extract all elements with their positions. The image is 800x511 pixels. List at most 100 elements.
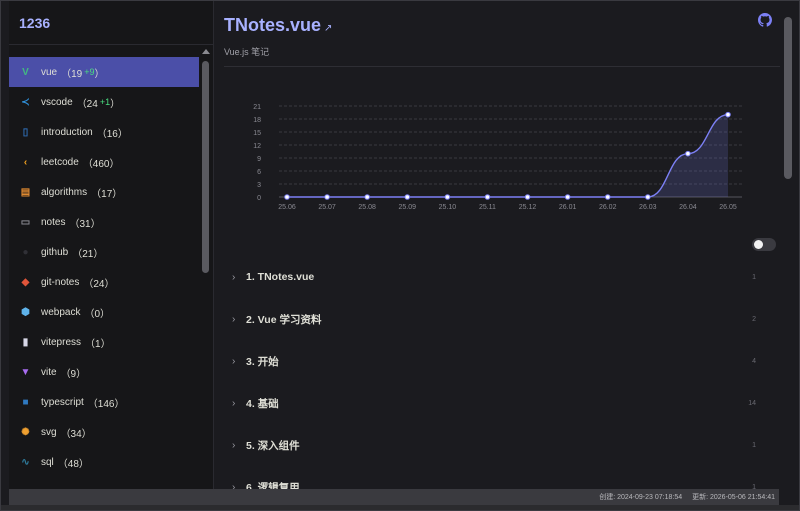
sidebar-item-label: introduction (41, 126, 93, 138)
y-tick-label: 21 (253, 104, 261, 111)
page-subtitle: Vue.js 笔记 (224, 47, 270, 57)
x-tick-label: 26.03 (639, 204, 657, 211)
x-tick-label: 26.05 (719, 204, 737, 211)
sidebar-item-svg[interactable]: ✺ svg （34） (9, 417, 199, 447)
data-point (685, 150, 691, 157)
sidebar-item-new-count: +9 (84, 67, 95, 77)
chart-toggle-switch[interactable] (752, 238, 776, 251)
sidebar-item-vite[interactable]: ▼ vite （9） (9, 357, 199, 387)
x-tick-label: 26.04 (679, 204, 697, 211)
section-title: 2. Vue 学习资料 (246, 313, 322, 326)
sidebar-item-git-notes[interactable]: ◆ git-notes （24） (9, 267, 199, 297)
sidebar-item-vitepress[interactable]: ▮ vitepress （1） (9, 327, 199, 357)
data-point (604, 194, 611, 200)
chevron-right-icon: › (232, 271, 236, 283)
section-item[interactable]: › 6. 逻辑复用 1 (232, 466, 762, 490)
main-content: TNotes.vue ↗ Vue.js 笔记 0 3 6 9 12 15 18 21 25.06… (214, 1, 780, 489)
sidebar-item-vue[interactable]: Vvue （19 +9） (9, 57, 199, 87)
chevron-right-icon: › (232, 355, 236, 367)
data-point (725, 111, 731, 118)
scroll-up-arrow-icon[interactable] (202, 49, 210, 54)
x-tick-label: 25.10 (439, 204, 457, 211)
section-count: 14 (748, 399, 756, 407)
github-icon[interactable] (758, 13, 772, 27)
sidebar-item-label: vite (41, 366, 57, 378)
webpack-icon: ⬢ (21, 306, 30, 318)
sidebar-item-count: （0） (84, 308, 111, 320)
section-item[interactable]: › 4. 基础 14 (232, 382, 762, 424)
x-tick-label: 25.12 (519, 204, 537, 211)
x-tick-label: 25.07 (318, 204, 336, 211)
vite-icon: ▼ (20, 366, 31, 378)
page-title[interactable]: TNotes.vue (224, 15, 321, 36)
notes-trend-chart: 0 3 6 9 12 15 18 21 25.06 25.07 25.08 25.09 25.10 25.… (253, 104, 742, 211)
section-item[interactable]: › 1. TNotes.vue 1 (232, 256, 762, 298)
y-tick-label: 0 (257, 195, 261, 202)
sidebar-item-webpack[interactable]: ⬢ webpack （0） (9, 297, 199, 327)
sidebar-item-count: （31） (69, 218, 101, 230)
main-scrollbar[interactable] (780, 1, 799, 489)
data-point (404, 194, 411, 200)
sidebar-header: 1236 (9, 1, 213, 45)
y-tick-label: 3 (257, 182, 261, 189)
window-bottom-edge (1, 505, 799, 510)
sidebar-item-count: （19 (61, 68, 83, 80)
sidebar-item-label: notes (41, 216, 66, 228)
y-tick-label: 6 (257, 169, 261, 176)
sidebar-item-leetcode[interactable]: ‹ leetcode （460） (9, 147, 199, 177)
sidebar-item-algorithms[interactable]: ▤ algorithms （17） (9, 177, 199, 207)
section-count: 2 (752, 315, 756, 323)
sidebar-item-label: git-notes (41, 276, 80, 288)
leetcode-icon: ‹ (23, 156, 28, 168)
data-point (524, 194, 531, 200)
data-point (444, 194, 451, 200)
vitepress-icon: ▮ (22, 336, 29, 348)
x-tick-label: 25.09 (399, 204, 417, 211)
sidebar-item-count: （146） (87, 398, 125, 410)
sidebar-item-label: webpack (41, 306, 81, 318)
sidebar-item-notes[interactable]: ▭ notes （31） (9, 207, 199, 237)
data-point (324, 194, 330, 200)
sidebar-item-label: algorithms (41, 186, 88, 198)
sidebar-item-new-count: +1 (99, 97, 111, 107)
data-point (645, 194, 651, 200)
sidebar-item-sql[interactable]: ∿ sql （48） (9, 447, 199, 477)
sidebar-item-label: svg (41, 426, 57, 438)
data-point (564, 194, 571, 200)
main-scrollbar-thumb[interactable] (784, 17, 792, 179)
x-tick-label: 26.01 (559, 204, 577, 211)
external-link-icon[interactable]: ↗ (324, 23, 332, 34)
section-count: 1 (752, 273, 756, 281)
git-icon: ◆ (21, 276, 30, 288)
sidebar-item-typescript[interactable]: ■ typescript （146） (9, 387, 199, 417)
series-area (287, 114, 728, 197)
section-item[interactable]: › 2. Vue 学习资料 2 (232, 298, 762, 340)
series-line (287, 113, 729, 198)
sidebar-scrollbar[interactable] (199, 45, 213, 489)
chevron-right-icon: › (232, 313, 236, 325)
sidebar-item-label: vue (41, 66, 58, 78)
section-count: 1 (752, 441, 756, 449)
sidebar-item-label: github (41, 246, 69, 258)
sidebar-scrollbar-thumb[interactable] (202, 61, 209, 273)
sidebar-list: Vvue （19 +9） ≺ vscode （24 +1） ▯ introduction （16）… (9, 57, 199, 477)
x-tick-label: 25.11 (479, 204, 496, 211)
toggle-knob (754, 240, 763, 249)
sidebar-item-label: leetcode (41, 156, 79, 168)
algorithms-icon: ▤ (20, 186, 31, 198)
github-icon: ● (22, 246, 29, 258)
sidebar-item-vscode[interactable]: ≺ vscode （24 +1） (9, 87, 199, 117)
footer-bar: 创建: 2024-09-23 07:18:54 更新: 2026-05-06 2… (9, 489, 779, 505)
sidebar-item-label: sql (41, 456, 54, 468)
sidebar-item-github[interactable]: ● github （21） (9, 237, 199, 267)
section-title: 6. 逻辑复用 (246, 481, 300, 490)
sidebar-item-count: （34） (60, 428, 92, 440)
y-tick-label: 12 (253, 143, 261, 150)
total-notes-count: 1236 (19, 14, 51, 31)
y-tick-label: 15 (253, 130, 261, 137)
vue-icon: V (22, 66, 29, 78)
sidebar-item-count: （460） (82, 158, 120, 170)
sidebar-item-introduction[interactable]: ▯ introduction （16） (9, 117, 199, 147)
section-item[interactable]: › 5. 深入组件 1 (232, 424, 762, 466)
section-item[interactable]: › 3. 开始 4 (232, 340, 762, 382)
